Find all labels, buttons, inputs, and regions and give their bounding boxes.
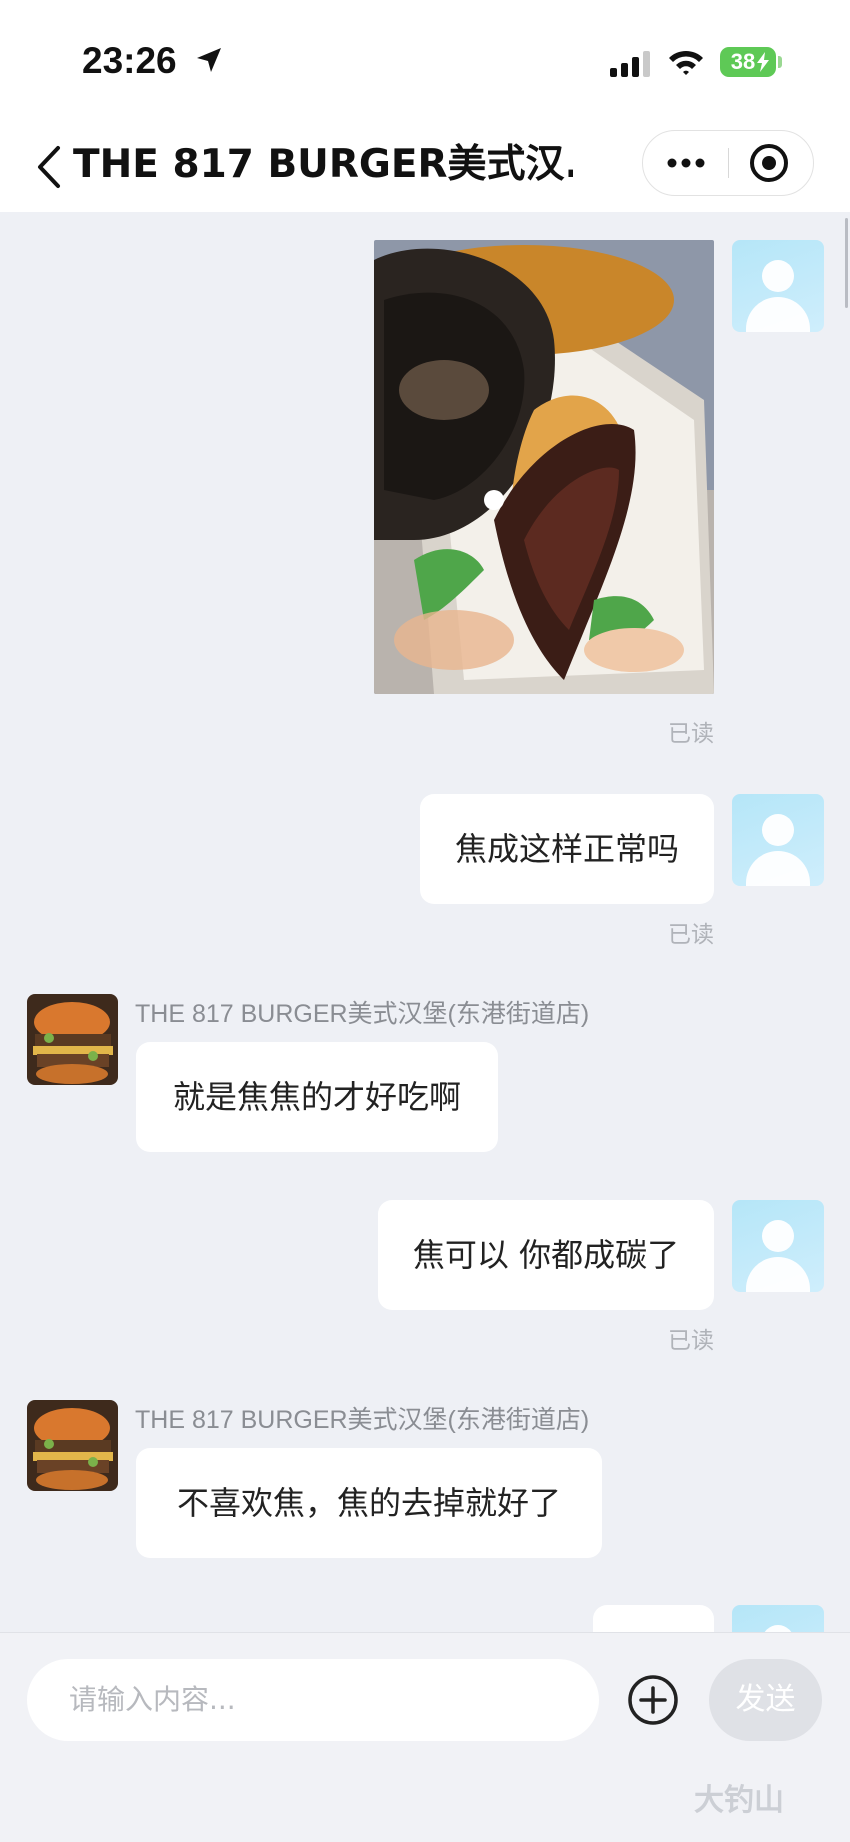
shop-avatar[interactable]	[27, 994, 118, 1085]
burger-photo[interactable]	[374, 240, 714, 694]
watermark: 大钓山	[694, 1783, 784, 1818]
cellular-signal-icon	[610, 51, 650, 77]
battery-indicator: 38	[720, 47, 776, 77]
sender-name: THE 817 BURGER美式汉堡(东港街道店)	[135, 1406, 590, 1434]
user-avatar[interactable]	[732, 1605, 824, 1632]
user-avatar-body	[746, 851, 810, 886]
read-status: 已读	[668, 922, 714, 948]
plus-circle-icon	[628, 1675, 678, 1725]
send-button[interactable]: 发送	[709, 1659, 822, 1741]
close-miniprogram-button[interactable]	[729, 131, 814, 195]
chevron-left-icon	[38, 146, 60, 188]
target-close-icon	[750, 144, 788, 182]
wifi-icon	[669, 50, 703, 75]
status-bar: 23:26 38	[0, 0, 850, 120]
sender-name: THE 817 BURGER美式汉堡(东港街道店)	[135, 1000, 590, 1028]
read-status: 已读	[668, 1328, 714, 1354]
user-avatar-body	[746, 297, 810, 332]
scrollbar[interactable]	[845, 218, 848, 308]
message-bubble[interactable]: 不喜欢焦，焦的去掉就好了	[136, 1448, 602, 1558]
more-dots-icon	[667, 158, 705, 168]
user-avatar-head	[762, 1625, 794, 1632]
user-avatar[interactable]	[732, 1200, 824, 1292]
burger-photo-image	[374, 240, 714, 694]
more-button[interactable]	[643, 131, 728, 195]
shop-avatar[interactable]	[27, 1400, 118, 1491]
read-status: 已读	[668, 721, 714, 747]
message-bubble[interactable]: 就是焦焦的才好吃啊	[136, 1042, 498, 1152]
user-avatar[interactable]	[732, 240, 824, 332]
message-bubble-partial[interactable]	[593, 1605, 714, 1632]
user-avatar-head	[762, 1220, 794, 1252]
back-button[interactable]	[30, 142, 70, 192]
user-avatar[interactable]	[732, 794, 824, 886]
nav-bar: THE 817 BURGER美式汉...	[0, 120, 850, 212]
location-arrow-icon	[197, 48, 221, 72]
status-time: 23:26	[82, 40, 177, 81]
add-button[interactable]	[626, 1673, 680, 1727]
user-avatar-head	[762, 260, 794, 292]
message-bubble[interactable]: 焦成这样正常吗	[420, 794, 714, 904]
burger-avatar-icon	[27, 994, 118, 1085]
user-avatar-body	[746, 1257, 810, 1292]
user-avatar-head	[762, 814, 794, 846]
chat-area[interactable]: 已读 焦成这样正常吗 已读 THE 817 BURGER美式汉堡(东港街道店) …	[0, 212, 850, 1632]
burger-avatar-icon	[27, 1400, 118, 1491]
miniprogram-capsule	[642, 130, 814, 196]
battery-tip	[778, 56, 782, 68]
input-bar: 请输入内容... 发送 大钓山	[0, 1632, 850, 1842]
message-input[interactable]: 请输入内容...	[27, 1659, 599, 1741]
page-title: THE 817 BURGER美式汉...	[73, 142, 573, 187]
charging-bolt-icon	[757, 52, 769, 72]
message-bubble[interactable]: 焦可以 你都成碳了	[378, 1200, 714, 1310]
